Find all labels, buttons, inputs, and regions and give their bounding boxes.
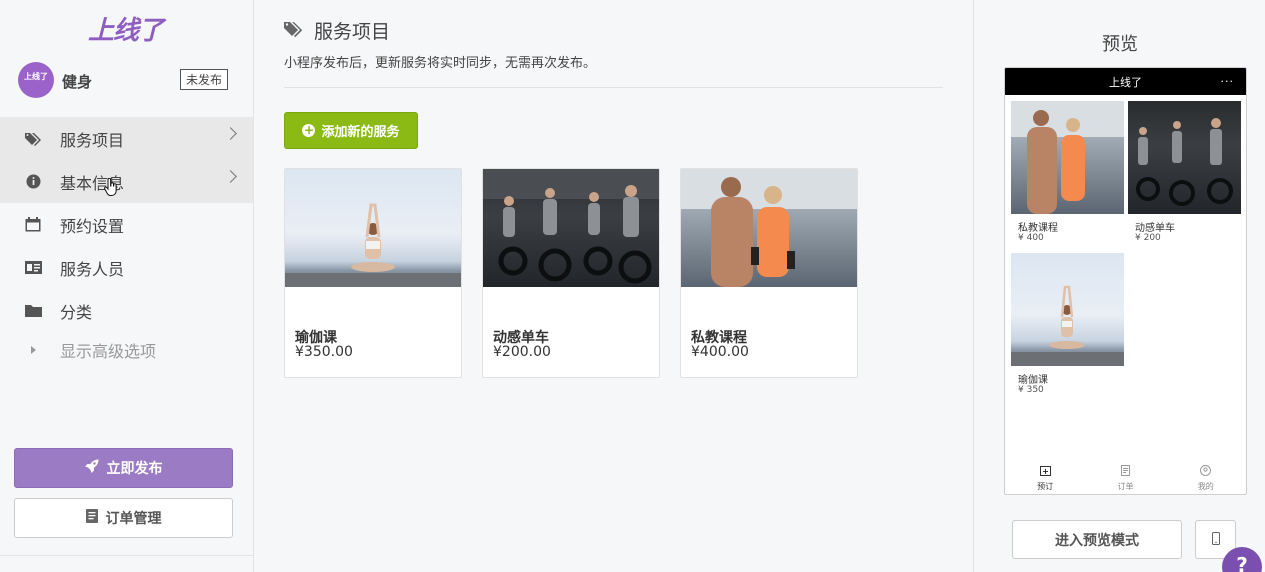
sidebar-item-categories[interactable]: 分类 — [0, 289, 253, 332]
tags-icon — [24, 131, 42, 147]
file-text-icon — [85, 509, 98, 527]
mobile-phone-icon — [1211, 530, 1220, 549]
service-price: ¥400.00 — [691, 344, 749, 360]
sidebar-item-label: 分类 — [60, 302, 93, 322]
main-content: 服务项目 小程序发布后，更新服务将实时同步，无需再次发布。 + 添加新的服务 瑜… — [254, 0, 973, 572]
sidebar-item-services[interactable]: 服务项目 — [0, 117, 253, 160]
sidebar-item-label: 服务项目 — [60, 130, 125, 150]
file-text-icon — [1120, 464, 1130, 479]
preview-service-price: ¥ 350 — [1018, 385, 1044, 395]
preview-service-name: 动感单车 — [1135, 223, 1175, 234]
preview-panel: 预览 上线了 ··· 私教课程 ¥ 400 动感单车 ¥ 200 瑜伽课 ¥ 3… — [973, 0, 1265, 572]
user-circle-icon — [1200, 464, 1212, 479]
service-price: ¥200.00 — [493, 344, 551, 360]
service-price: ¥350.00 — [295, 344, 353, 360]
phone-tab-bar: 预订 订单 我的 — [1005, 462, 1246, 494]
id-card-icon — [24, 260, 42, 276]
app-logo[interactable]: 上线了 — [88, 10, 164, 47]
divider — [284, 87, 943, 88]
service-card[interactable]: 动感单车 ¥200.00 — [482, 168, 660, 378]
page-title: 服务项目 — [284, 17, 390, 44]
preview-service-price: ¥ 400 — [1018, 233, 1044, 243]
service-image-yoga — [285, 169, 461, 287]
phone-tab-mine[interactable]: 我的 — [1166, 462, 1246, 494]
sidebar-nav: 服务项目 基本信息 预约设置 服务人员 分类 显示高级选项 — [0, 117, 253, 368]
preview-service-card[interactable]: 动感单车 ¥ 200 — [1128, 101, 1241, 248]
preview-image-spinning — [1128, 101, 1241, 214]
shop-avatar[interactable]: 上线了 — [18, 62, 54, 98]
caret-right-icon — [24, 342, 42, 358]
shop-name: 健身 — [62, 73, 93, 91]
page-title-text: 服务项目 — [314, 21, 391, 43]
phone-tab-label: 预订 — [1037, 481, 1054, 491]
preview-service-name: 私教课程 — [1018, 223, 1058, 234]
sidebar-item-label: 预约设置 — [60, 216, 125, 236]
add-service-label: 添加新的服务 — [321, 125, 400, 140]
tags-icon — [284, 20, 304, 42]
more-icon: ··· — [1220, 75, 1234, 88]
service-card[interactable]: 瑜伽课 ¥350.00 — [284, 168, 462, 378]
service-card[interactable]: 私教课程 ¥400.00 — [680, 168, 858, 378]
preview-image-personal-training — [1011, 101, 1124, 214]
phone-tab-orders[interactable]: 订单 — [1085, 462, 1165, 494]
phone-preview[interactable]: 上线了 ··· 私教课程 ¥ 400 动感单车 ¥ 200 瑜伽课 ¥ 350 … — [1004, 67, 1247, 495]
add-service-button[interactable]: + 添加新的服务 — [284, 112, 418, 149]
phone-tab-booking[interactable]: 预订 — [1005, 462, 1085, 494]
chevron-right-icon — [224, 170, 237, 183]
preview-service-card[interactable]: 瑜伽课 ¥ 350 — [1011, 253, 1124, 400]
publish-now-label: 立即发布 — [106, 461, 163, 477]
sidebar-item-booking-settings[interactable]: 预约设置 — [0, 203, 253, 246]
preview-image-yoga — [1011, 253, 1124, 366]
preview-title: 预览 — [1102, 34, 1138, 55]
preview-service-price: ¥ 200 — [1135, 233, 1161, 243]
publish-now-button[interactable]: 立即发布 — [14, 448, 233, 488]
folder-icon — [24, 303, 42, 319]
phone-tab-label: 我的 — [1197, 481, 1214, 491]
phone-title-bar: 上线了 ··· — [1005, 68, 1246, 95]
shop-avatar-text: 上线了 — [24, 72, 48, 81]
plus-circle-icon: + — [302, 123, 316, 137]
calendar-plus-icon — [1039, 465, 1051, 479]
publish-status-badge: 未发布 — [180, 69, 229, 90]
phone-title: 上线了 — [1109, 75, 1142, 89]
sidebar-item-label: 服务人员 — [60, 259, 125, 279]
show-advanced-label: 显示高级选项 — [60, 342, 157, 361]
shop-header: 上线了 健身 未发布 — [18, 62, 238, 98]
enter-preview-mode-button[interactable]: 进入预览模式 — [1012, 520, 1182, 559]
order-management-button[interactable]: 订单管理 — [14, 498, 233, 538]
phone-tab-label: 订单 — [1117, 481, 1134, 491]
rocket-icon — [84, 459, 99, 477]
chevron-right-icon — [224, 127, 237, 140]
preview-service-card[interactable]: 私教课程 ¥ 400 — [1011, 101, 1124, 248]
order-management-label: 订单管理 — [105, 511, 162, 527]
sidebar-item-staff[interactable]: 服务人员 — [0, 246, 253, 289]
calendar-icon — [24, 217, 42, 233]
show-advanced-toggle[interactable]: 显示高级选项 — [0, 332, 253, 368]
page-description: 小程序发布后，更新服务将实时同步，无需再次发布。 — [284, 56, 597, 71]
service-image-spinning — [483, 169, 659, 287]
sidebar: 上线了 上线了 健身 未发布 服务项目 基本信息 预约设置 服务人员 分类 显示… — [0, 0, 254, 572]
service-image-personal-training — [681, 169, 857, 287]
sidebar-footer — [0, 555, 254, 572]
hand-cursor-icon — [104, 177, 118, 200]
preview-service-name: 瑜伽课 — [1018, 375, 1048, 386]
sidebar-item-basic-info[interactable]: 基本信息 — [0, 160, 253, 203]
info-circle-icon — [24, 174, 42, 190]
